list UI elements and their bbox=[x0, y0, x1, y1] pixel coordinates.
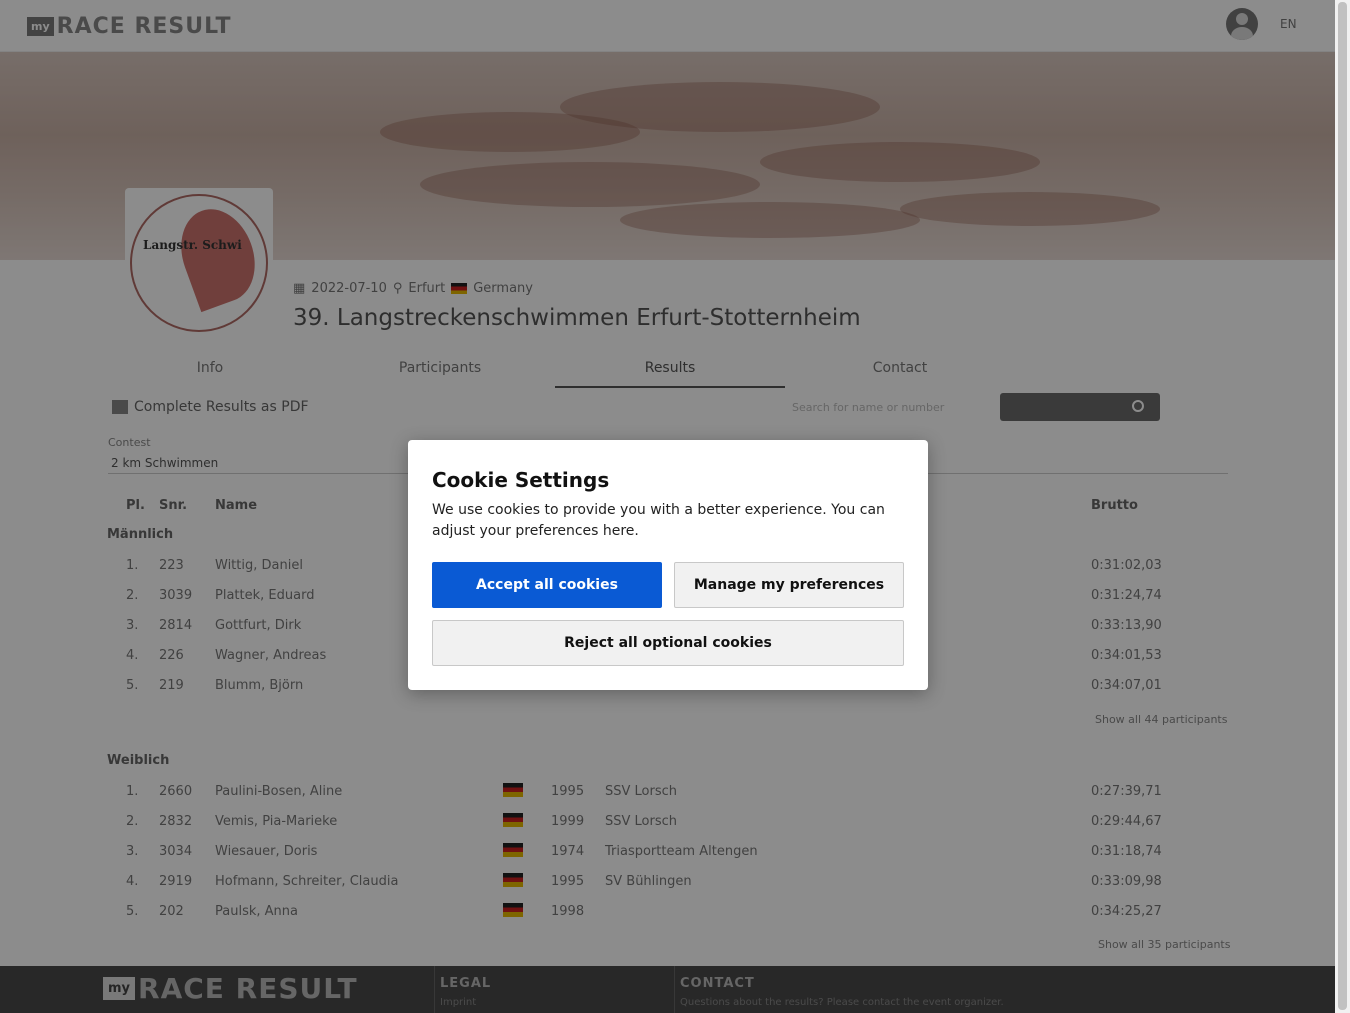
cookie-settings-dialog: Cookie Settings We use cookies to provid… bbox=[408, 440, 928, 690]
page-scrollbar[interactable] bbox=[1335, 0, 1350, 1013]
manage-preferences-button[interactable]: Manage my preferences bbox=[674, 562, 904, 608]
accept-all-cookies-button[interactable]: Accept all cookies bbox=[432, 562, 662, 608]
cookie-dialog-text: We use cookies to provide you with a bet… bbox=[432, 502, 885, 539]
cookie-dialog-title: Cookie Settings bbox=[432, 468, 610, 492]
reject-optional-cookies-button[interactable]: Reject all optional cookies bbox=[432, 620, 904, 666]
